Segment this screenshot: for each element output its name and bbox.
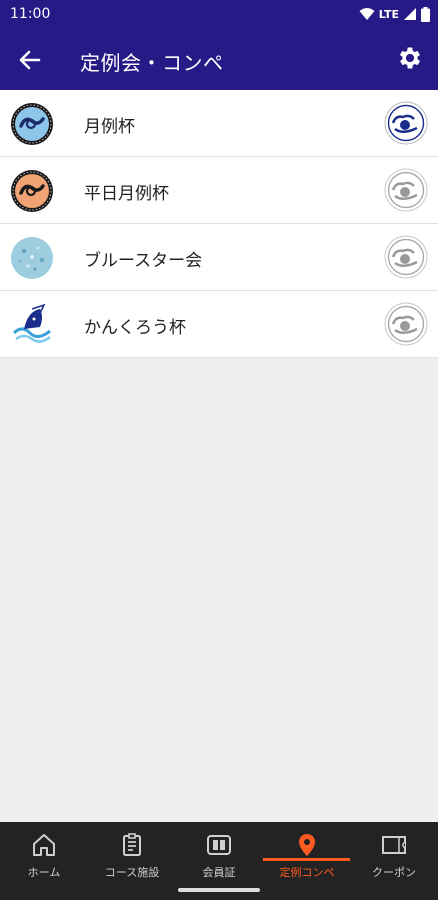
list-item[interactable]: かんくろう杯 (0, 291, 438, 358)
emblem-badge-active-icon[interactable] (384, 101, 428, 145)
nav-label: 会員証 (202, 866, 236, 879)
signal-icon (404, 8, 416, 20)
nav-label: コース施設 (104, 866, 160, 879)
list-item-label: ブルースター会 (84, 251, 203, 271)
battery-icon (421, 6, 430, 22)
emblem-badge-inactive-icon[interactable] (384, 235, 428, 279)
home-indicator[interactable] (178, 888, 260, 892)
location-pin-icon (299, 834, 315, 856)
nav-course-facilities[interactable]: コース施設 (88, 828, 176, 884)
nav-member-card[interactable]: 会員証 (175, 828, 263, 884)
list-item-label: かんくろう杯 (84, 318, 186, 338)
nav-label: クーポン (372, 866, 416, 879)
document-icon (123, 833, 141, 856)
nav-coupon[interactable]: クーポン (350, 828, 438, 884)
blue-circle-emblem-icon (11, 103, 53, 145)
nav-label: 定例コンペ (279, 866, 335, 879)
orange-circle-emblem-icon (11, 170, 53, 212)
speckled-blue-circle-icon (11, 237, 53, 279)
coupon-icon (382, 836, 406, 854)
page-title: 定例会・コンペ (80, 51, 224, 75)
competition-list: 月例杯 平日月例杯 ブルースター会 かんくろう杯 (0, 90, 438, 358)
emblem-badge-inactive-icon[interactable] (384, 302, 428, 346)
nav-label: ホーム (27, 866, 61, 879)
nav-home[interactable]: ホーム (0, 828, 88, 884)
gear-icon (399, 47, 421, 69)
list-item-label: 月例杯 (84, 117, 135, 137)
home-icon (33, 834, 55, 856)
list-item[interactable]: ブルースター会 (0, 224, 438, 291)
active-tab-indicator (263, 858, 350, 861)
member-card-icon (207, 835, 231, 855)
list-item[interactable]: 月例杯 (0, 90, 438, 157)
back-button[interactable] (14, 44, 46, 76)
status-time: 11:00 (10, 6, 51, 22)
list-item-label: 平日月例杯 (84, 184, 169, 204)
settings-button[interactable] (396, 44, 424, 72)
status-bar: 11:00 LTE (0, 0, 438, 28)
list-item[interactable]: 平日月例杯 (0, 157, 438, 224)
nav-regular-competitions[interactable]: 定例コンペ (263, 828, 351, 884)
emblem-badge-inactive-icon[interactable] (384, 168, 428, 212)
wifi-icon (359, 8, 375, 20)
status-icons: LTE (359, 5, 430, 23)
app-bar: 定例会・コンペ (0, 28, 438, 90)
arrow-back-icon (19, 50, 41, 70)
network-type: LTE (378, 7, 399, 21)
wave-bird-emblem-icon (10, 303, 54, 347)
